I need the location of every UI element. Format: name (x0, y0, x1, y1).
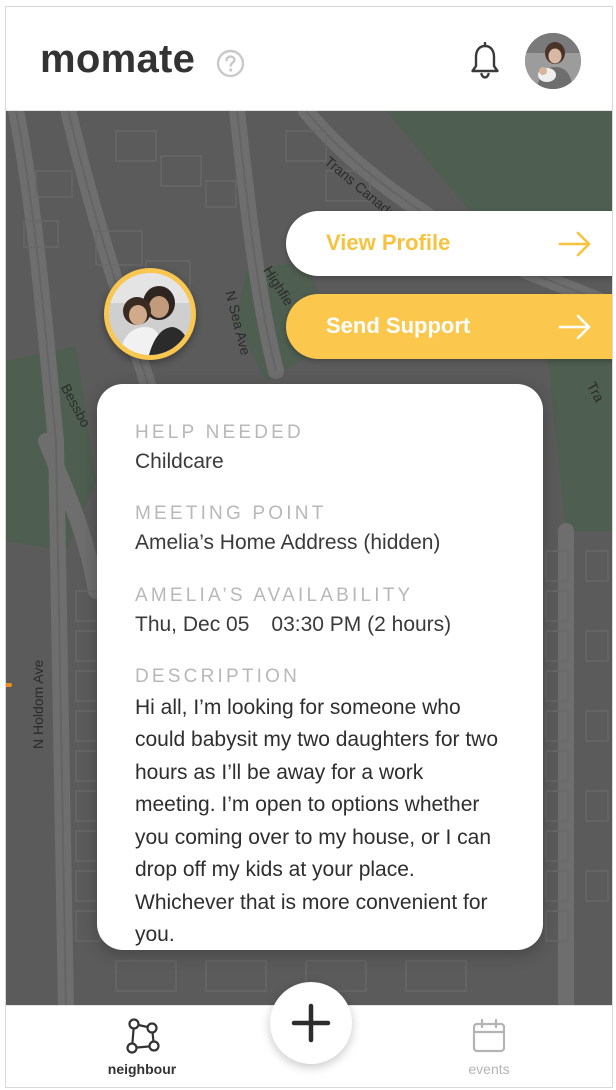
neighbour-network-icon (126, 1018, 160, 1054)
meeting-point-label: MEETING POINT (135, 503, 327, 525)
nav-events[interactable]: events (449, 1018, 529, 1077)
help-needed-label: HELP NEEDED (135, 422, 304, 443)
view-profile-label: View Profile (326, 230, 451, 255)
availability-time: 03:30 PM (2 hours) (271, 612, 452, 636)
view-profile-button[interactable]: View Profile (286, 211, 612, 276)
street-label: N Holdom Ave (30, 659, 46, 749)
map-edge-marker (6, 683, 12, 687)
availability-label: AMELIA’S AVAILABILITY (135, 584, 414, 606)
send-support-button[interactable]: Send Support (286, 294, 612, 359)
availability-date: Thu, Dec 05 (135, 612, 250, 636)
meeting-point-value: Amelia’s Home Address (hidden) (135, 531, 441, 555)
plus-icon (291, 1003, 331, 1043)
add-request-button[interactable] (270, 982, 352, 1064)
arrow-right-icon (558, 314, 592, 340)
app-logo: momate (40, 37, 196, 81)
nav-neighbour[interactable]: neighbour (102, 1018, 182, 1077)
help-circle-icon[interactable] (216, 49, 245, 78)
help-request-card: HELP NEEDED Childcare MEETING POINT Amel… (97, 384, 543, 950)
help-needed-value: Childcare (135, 450, 224, 473)
nav-events-label: events (468, 1061, 510, 1077)
user-avatar[interactable] (525, 33, 581, 89)
availability-value: Thu, Dec 05 03:30 PM (2 hours) (135, 611, 513, 638)
nav-neighbour-label: neighbour (107, 1061, 177, 1077)
description-text: Hi all, I’m looking for someone who coul… (135, 695, 499, 947)
bell-icon[interactable] (469, 41, 501, 80)
send-support-label: Send Support (326, 313, 471, 338)
neighbour-profile-pin[interactable] (104, 268, 196, 360)
app-header: momate (6, 7, 612, 111)
app-screen: momate Trans Canada Trail N Sea Ave High… (5, 6, 613, 1088)
arrow-right-icon (558, 231, 592, 257)
calendar-icon (472, 1018, 506, 1053)
description-label: DESCRIPTION (135, 665, 301, 687)
neighbour-avatar (109, 273, 191, 355)
